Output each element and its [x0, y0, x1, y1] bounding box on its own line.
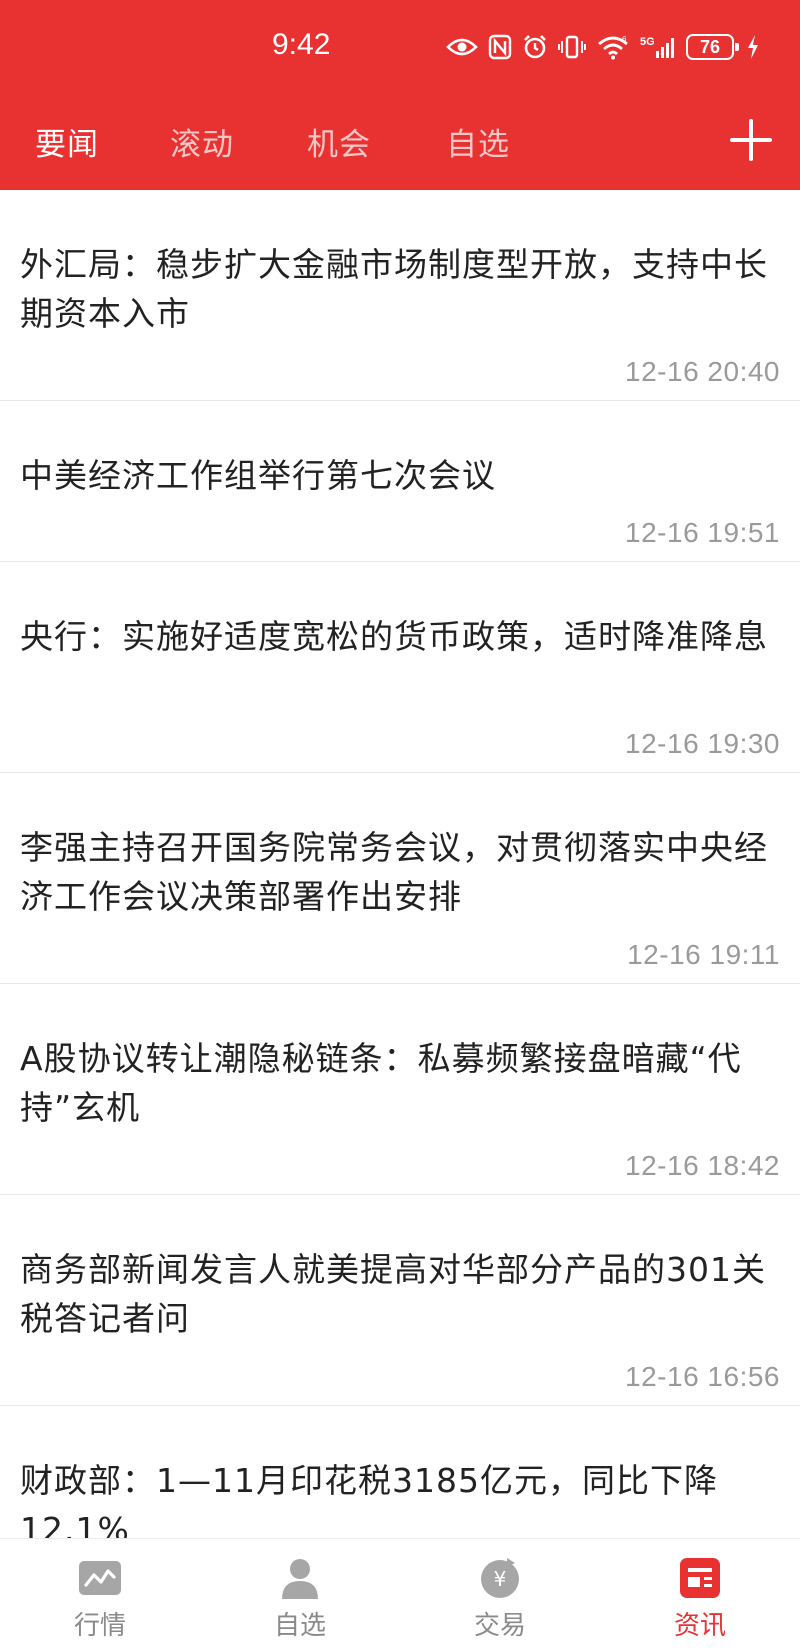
news-title: 商务部新闻发言人就美提高对华部分产品的301关税答记者问	[20, 1250, 766, 1338]
yuan-trade-icon: ¥	[481, 1558, 519, 1598]
news-title: 央行：实施好适度宽松的货币政策，适时降准降息	[20, 617, 768, 656]
svg-text:6: 6	[622, 35, 627, 44]
eye-icon	[446, 38, 478, 56]
charging-icon	[748, 35, 758, 59]
news-time: 12-16 16:56	[625, 1361, 780, 1392]
news-item[interactable]: 中美经济工作组举行第七次会议 12-16 19:51	[0, 401, 800, 562]
news-title: 财政部：1—11月印花税3185亿元，同比下降12.1%	[20, 1461, 718, 1538]
news-time: 12-16 19:51	[625, 517, 780, 548]
nav-label: 交易	[473, 1611, 526, 1641]
nfc-icon	[488, 34, 512, 60]
status-icons: 6 5G 76	[446, 30, 760, 64]
nav-label: 自选	[273, 1611, 326, 1641]
news-item[interactable]: 财政部：1—11月印花税3185亿元，同比下降12.1%	[0, 1406, 800, 1538]
news-icon	[680, 1558, 720, 1598]
svg-text:¥: ¥	[494, 1567, 507, 1591]
wifi-icon: 6	[598, 35, 628, 60]
status-time: 9:42	[272, 28, 331, 61]
bottom-nav: 行情 自选 ¥ 交易 资讯	[0, 1538, 800, 1650]
news-item[interactable]: 央行：实施好适度宽松的货币政策，适时降准降息 12-16 19:30	[0, 562, 800, 773]
top-tabs: 要闻 滚动 机会 自选	[0, 105, 800, 175]
news-item[interactable]: 李强主持召开国务院常务会议，对贯彻落实中央经济工作会议决策部署作出安排 12-1…	[0, 773, 800, 984]
news-title: A股协议转让潮隐秘链条：私募频繁接盘暗藏“代持”玄机	[20, 1039, 742, 1127]
news-time: 12-16 18:42	[625, 1150, 780, 1181]
news-time: 12-16 19:11	[627, 939, 780, 970]
news-time: 12-16 19:30	[625, 728, 780, 759]
app-header: 9:42 6 5G 76 要闻 滚动 机会 自选	[0, 0, 800, 190]
nav-trade[interactable]: ¥ 交易	[440, 1555, 560, 1642]
tab-headlines[interactable]: 要闻	[35, 119, 99, 164]
person-icon	[282, 1559, 318, 1599]
news-item[interactable]: A股协议转让潮隐秘链条：私募频繁接盘暗藏“代持”玄机 12-16 18:42	[0, 984, 800, 1195]
tab-rolling[interactable]: 滚动	[170, 119, 234, 164]
news-title: 中美经济工作组举行第七次会议	[20, 456, 496, 495]
news-item[interactable]: 商务部新闻发言人就美提高对华部分产品的301关税答记者问 12-16 16:56	[0, 1195, 800, 1406]
status-bar: 9:42 6 5G 76	[0, 0, 800, 95]
news-title: 外汇局：稳步扩大金融市场制度型开放，支持中长期资本入市	[20, 245, 768, 333]
battery-icon: 76	[686, 34, 739, 60]
market-chart-icon	[79, 1561, 121, 1595]
news-title: 李强主持召开国务院常务会议，对贯彻落实中央经济工作会议决策部署作出安排	[20, 828, 768, 916]
tab-opportunity[interactable]: 机会	[307, 119, 371, 164]
nav-market[interactable]: 行情	[40, 1555, 160, 1642]
nav-watchlist[interactable]: 自选	[240, 1555, 360, 1642]
alarm-icon	[524, 35, 546, 59]
nav-label: 资讯	[673, 1611, 726, 1641]
news-item[interactable]: 外汇局：稳步扩大金融市场制度型开放，支持中长期资本入市 12-16 20:40	[0, 190, 800, 401]
plus-icon[interactable]	[726, 115, 776, 165]
tab-watchlist[interactable]: 自选	[446, 119, 510, 164]
battery-level: 76	[699, 36, 721, 57]
signal-5g-icon: 5G	[640, 36, 674, 58]
svg-text:5G: 5G	[640, 36, 655, 48]
vibrate-icon	[558, 35, 586, 59]
nav-news[interactable]: 资讯	[640, 1555, 760, 1642]
news-time: 12-16 20:40	[625, 356, 780, 387]
nav-label: 行情	[73, 1611, 126, 1641]
news-list[interactable]: 外汇局：稳步扩大金融市场制度型开放，支持中长期资本入市 12-16 20:40 …	[0, 190, 800, 1538]
